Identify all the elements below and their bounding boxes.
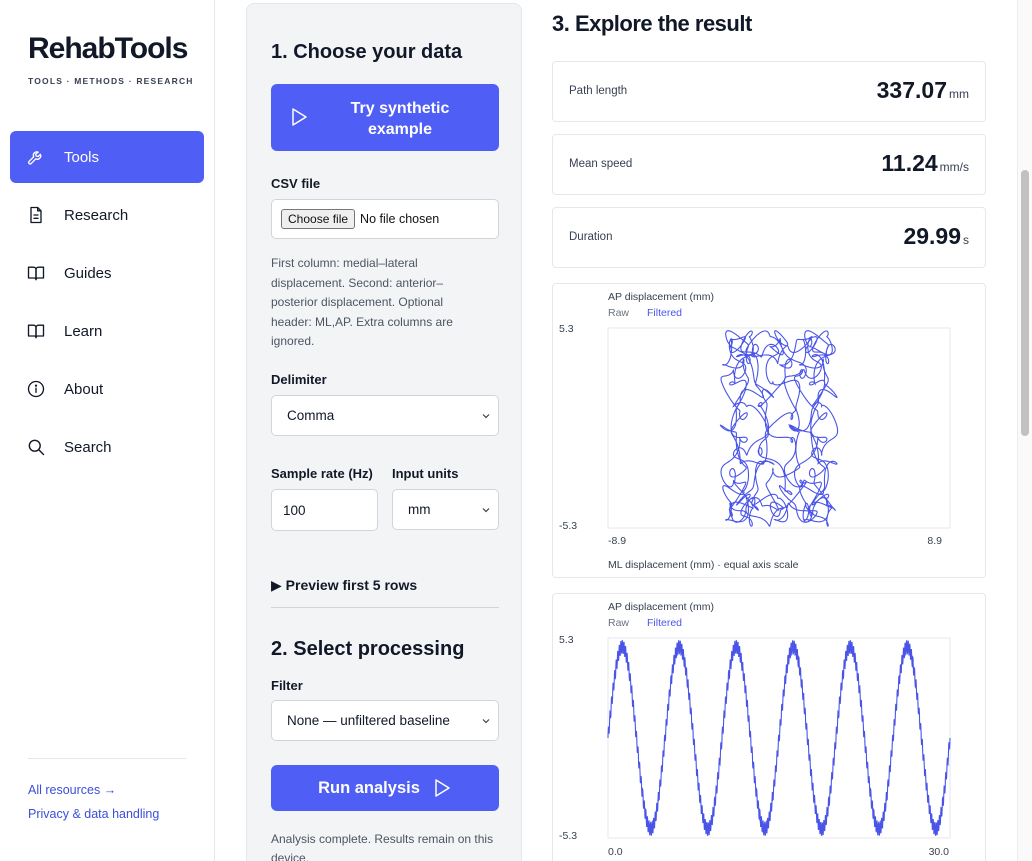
wrench-icon bbox=[26, 147, 46, 167]
nav-label: About bbox=[64, 380, 104, 398]
filter-select[interactable]: None — unfiltered baseline bbox=[271, 700, 499, 741]
nav-item-guides[interactable]: Guides bbox=[10, 247, 204, 299]
input-units-label: Input units bbox=[392, 466, 459, 481]
nav-item-about[interactable]: About bbox=[10, 363, 204, 415]
x-tick-right: 30.0 bbox=[929, 846, 950, 858]
brand-logo[interactable]: RehabTools bbox=[28, 32, 188, 66]
file-status: No file chosen bbox=[360, 212, 440, 226]
data-series-raw bbox=[719, 330, 839, 527]
nav-label: Learn bbox=[64, 322, 103, 340]
stabilogram-svg: AP displacement (mm) Raw Filtered 5.3 -5… bbox=[559, 291, 951, 571]
csv-help-text: First column: medial–lateral displacemen… bbox=[271, 256, 453, 348]
legend-filtered[interactable]: Filtered bbox=[647, 307, 682, 319]
step2-heading: 2. Select processing bbox=[271, 638, 465, 660]
play-icon bbox=[435, 779, 450, 797]
input-units-select[interactable]: mm bbox=[392, 489, 499, 530]
sidebar-divider bbox=[28, 758, 186, 759]
try-synthetic-label: Try synthetic example bbox=[350, 100, 450, 138]
all-resources-link[interactable]: All resources → bbox=[28, 783, 116, 797]
legend-filtered[interactable]: Filtered bbox=[647, 617, 682, 629]
step3-heading: 3. Explore the result bbox=[552, 11, 752, 36]
nav-item-research[interactable]: Research bbox=[10, 189, 204, 241]
x-tick-left: -8.9 bbox=[608, 535, 626, 547]
y-tick-bottom: -5.3 bbox=[559, 520, 577, 532]
metric-path-length: Path length 337.07 mm bbox=[552, 61, 986, 122]
chart-xlabel: ML displacement (mm) · equal axis scale bbox=[608, 559, 799, 571]
metric-label: Mean speed bbox=[569, 158, 633, 170]
y-tick-top: 5.3 bbox=[559, 634, 574, 646]
data-series-raw bbox=[607, 640, 951, 836]
metric-unit: s bbox=[963, 233, 969, 247]
metric-label: Duration bbox=[569, 231, 613, 243]
nav-item-learn[interactable]: Learn bbox=[10, 305, 204, 357]
csv-file-label: CSV file bbox=[271, 176, 321, 191]
preview-rows-toggle[interactable]: ▶ Preview first 5 rows bbox=[271, 577, 417, 594]
play-icon bbox=[291, 107, 309, 132]
y-tick-top: 5.3 bbox=[559, 323, 574, 335]
analysis-status: Analysis complete. Results remain on thi… bbox=[271, 832, 494, 861]
metric-value: 337.07 bbox=[876, 77, 947, 103]
nav-label: Tools bbox=[64, 148, 100, 166]
metric-duration: Duration 29.99 s bbox=[552, 207, 986, 268]
scrollbar-thumb[interactable] bbox=[1021, 170, 1029, 436]
document-icon bbox=[26, 205, 46, 225]
metric-unit: mm bbox=[949, 87, 969, 101]
nav-label: Search bbox=[64, 438, 112, 456]
metric-value: 11.24 bbox=[881, 150, 938, 176]
book-icon bbox=[26, 263, 46, 283]
delimiter-select[interactable]: Comma bbox=[271, 395, 499, 436]
info-icon bbox=[26, 379, 46, 399]
sample-rate-label: Sample rate (Hz) bbox=[271, 466, 373, 481]
try-synthetic-button[interactable]: Try synthetic example bbox=[271, 84, 499, 151]
book-icon bbox=[26, 321, 46, 341]
y-tick-bottom: -5.3 bbox=[559, 830, 577, 842]
metric-label: Path length bbox=[569, 85, 628, 97]
delimiter-value: Comma bbox=[287, 408, 335, 423]
input-units-value: mm bbox=[408, 502, 431, 517]
choose-file-button[interactable]: Choose file bbox=[281, 209, 356, 229]
delimiter-label: Delimiter bbox=[271, 372, 327, 387]
metric-unit: mm/s bbox=[939, 160, 969, 174]
chevron-down-icon bbox=[482, 507, 490, 512]
privacy-link[interactable]: Privacy & data handling bbox=[28, 807, 159, 821]
search-icon bbox=[26, 437, 46, 457]
csv-file-input[interactable]: Choose file No file chosen bbox=[271, 199, 499, 239]
brand-tagline: TOOLS · METHODS · RESEARCH bbox=[28, 76, 194, 86]
sidebar: RehabTools TOOLS · METHODS · RESEARCH To… bbox=[0, 0, 215, 861]
nav-label: Research bbox=[64, 206, 129, 224]
legend-raw[interactable]: Raw bbox=[608, 617, 629, 629]
run-analysis-button[interactable]: Run analysis bbox=[271, 765, 499, 811]
nav-item-search[interactable]: Search bbox=[10, 421, 204, 473]
chevron-down-icon bbox=[482, 413, 490, 418]
run-analysis-label: Run analysis bbox=[318, 778, 420, 797]
nav-item-tools[interactable]: Tools bbox=[10, 131, 204, 183]
x-tick-right: 8.9 bbox=[927, 535, 942, 547]
sample-rate-input[interactable]: 100 bbox=[271, 489, 378, 531]
chart-ylabel: AP displacement (mm) bbox=[608, 291, 714, 303]
stabilogram-chart: AP displacement (mm) Raw Filtered 5.3 -5… bbox=[552, 283, 986, 578]
panel-divider bbox=[271, 607, 499, 608]
x-tick-left: 0.0 bbox=[608, 846, 623, 858]
filter-label: Filter bbox=[271, 678, 303, 693]
metric-value: 29.99 bbox=[903, 223, 961, 249]
sample-rate-value: 100 bbox=[283, 502, 306, 518]
main-nav: Tools Research Guides Learn About Search bbox=[10, 131, 204, 479]
filter-value: None — unfiltered baseline bbox=[287, 713, 450, 728]
chart-ylabel: AP displacement (mm) bbox=[608, 601, 714, 613]
metric-mean-speed: Mean speed 11.24 mm/s bbox=[552, 134, 986, 195]
timeseries-svg: AP displacement (mm) Raw Filtered 5.3 -5… bbox=[559, 601, 951, 858]
legend-raw[interactable]: Raw bbox=[608, 307, 629, 319]
nav-label: Guides bbox=[64, 264, 112, 282]
page-scrollbar[interactable] bbox=[1017, 0, 1032, 861]
timeseries-chart: AP displacement (mm) Raw Filtered 5.3 -5… bbox=[552, 593, 986, 861]
input-panel: 1. Choose your data Try synthetic exampl… bbox=[246, 3, 522, 861]
chevron-down-icon bbox=[482, 718, 490, 723]
step1-heading: 1. Choose your data bbox=[271, 41, 463, 63]
